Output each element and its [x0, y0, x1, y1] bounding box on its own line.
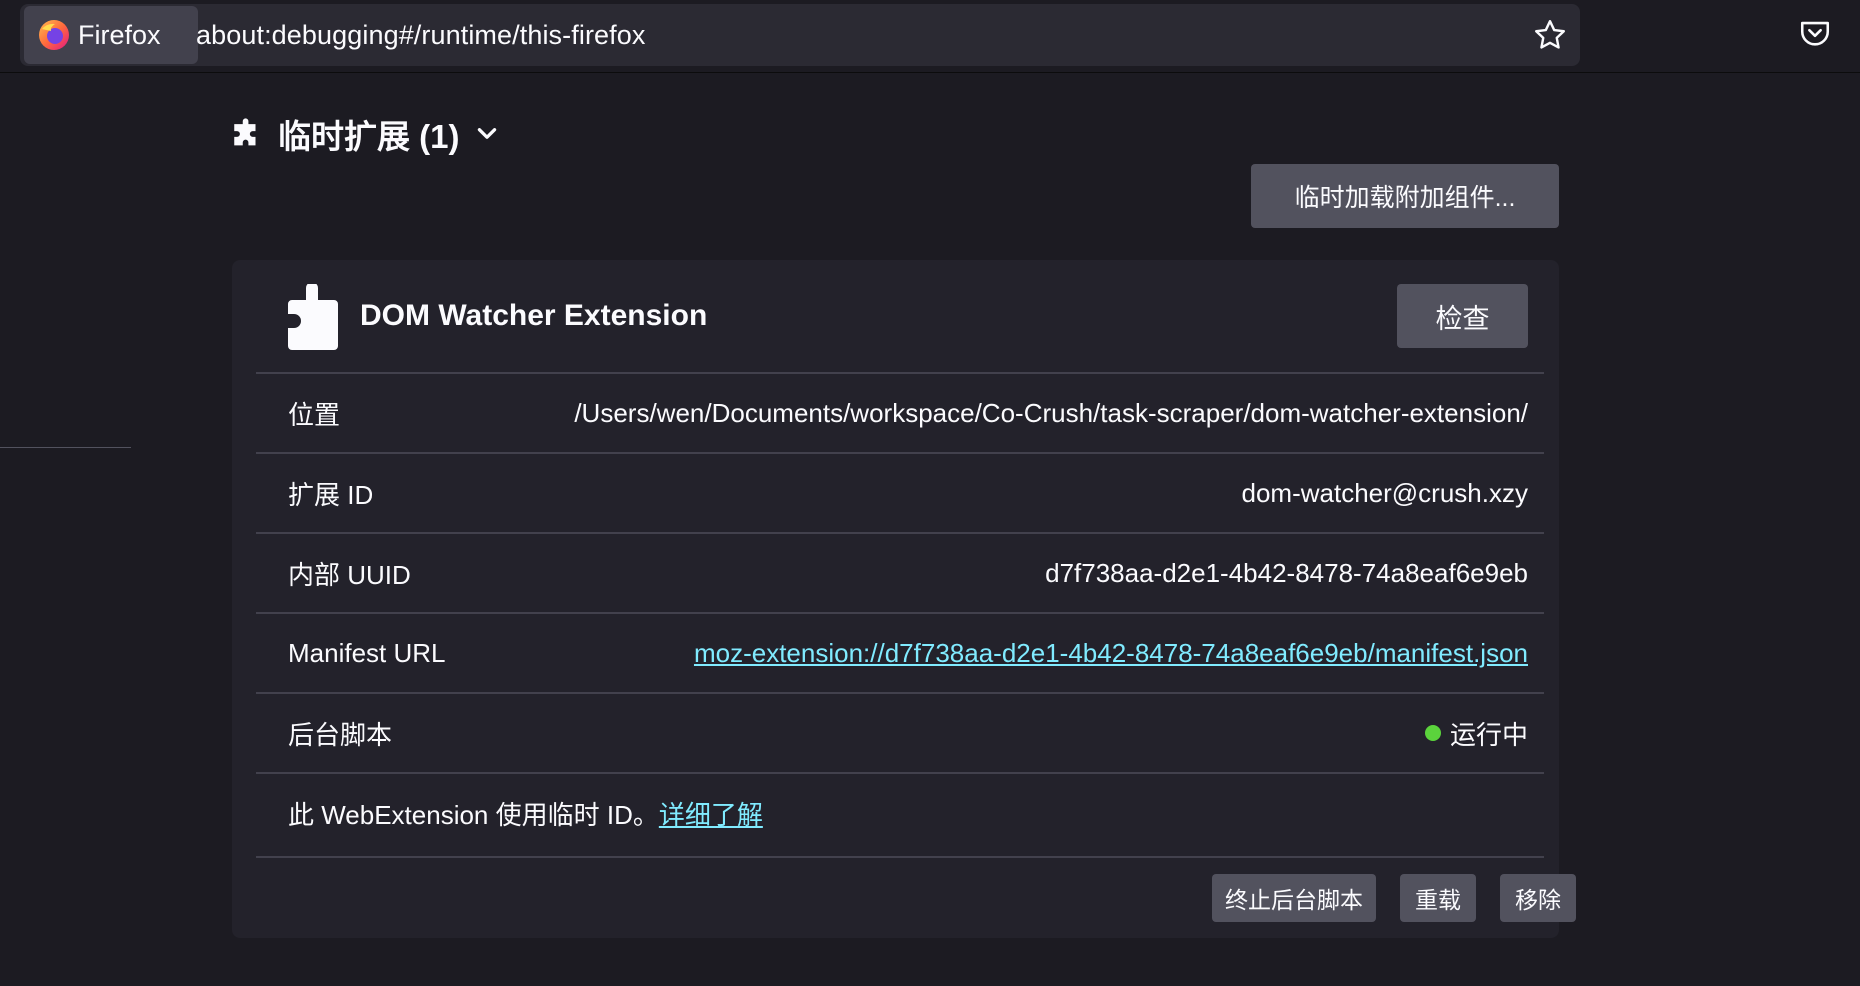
uuid-value: d7f738aa-d2e1-4b42-8478-74a8eaf6e9eb	[1045, 557, 1528, 588]
star-icon[interactable]	[1532, 17, 1568, 53]
identity-label: Firefox	[78, 19, 161, 50]
background-script-label: 后台脚本	[288, 719, 393, 750]
detail-row-uuid: 内部 UUID d7f738aa-d2e1-4b42-8478-74a8eaf6…	[256, 532, 1544, 612]
status-dot-icon	[1424, 725, 1441, 741]
note-text-wrap: 此 WebExtension 使用临时 ID。详细了解	[288, 795, 763, 832]
location-value: /Users/wen/Documents/workspace/Co-Crush/…	[574, 397, 1528, 428]
uuid-label: 内部 UUID	[288, 559, 411, 590]
sidebar-divider	[0, 447, 131, 448]
extension-details: 位置 /Users/wen/Documents/workspace/Co-Cru…	[256, 372, 1544, 852]
background-script-status: 运行中	[1424, 715, 1528, 752]
extension-name: DOM Watcher Extension	[360, 299, 708, 332]
extension-card-header: DOM Watcher Extension 检查	[232, 260, 1559, 372]
temporary-extensions-header[interactable]: 临时扩展 (1)	[230, 108, 500, 160]
extension-puzzle-icon	[288, 284, 338, 350]
chevron-down-icon[interactable]	[474, 121, 500, 147]
browser-toolbar: Firefox about:debugging#/runtime/this-fi…	[0, 0, 1860, 73]
url-text[interactable]: about:debugging#/runtime/this-firefox	[196, 4, 645, 66]
detail-row-background-script: 后台脚本 运行中	[256, 692, 1544, 772]
url-bar[interactable]: Firefox about:debugging#/runtime/this-fi…	[20, 4, 1580, 66]
firefox-logo-icon	[39, 20, 69, 50]
extension-actions: 终止后台脚本 重载 移除	[256, 856, 1576, 940]
location-label: 位置	[288, 399, 341, 430]
puzzle-icon	[234, 118, 256, 146]
terminate-background-script-button[interactable]: 终止后台脚本	[1212, 874, 1376, 922]
identity-box[interactable]: Firefox	[24, 6, 198, 64]
section-title: 临时扩展 (1)	[278, 118, 460, 155]
temporary-id-note: 此 WebExtension 使用临时 ID。详细了解	[256, 772, 1544, 852]
load-temporary-addon-button[interactable]: 临时加载附加组件...	[1251, 164, 1559, 228]
pocket-icon[interactable]	[1798, 16, 1832, 50]
extension-id-label: 扩展 ID	[288, 479, 374, 510]
status-text: 运行中	[1449, 719, 1528, 750]
remove-button[interactable]: 移除	[1500, 874, 1576, 922]
extension-id-value: dom-watcher@crush.xzy	[1241, 477, 1528, 508]
note-text: 此 WebExtension 使用临时 ID。	[288, 799, 659, 830]
detail-row-manifest: Manifest URL moz-extension://d7f738aa-d2…	[256, 612, 1544, 692]
detail-row-extension-id: 扩展 ID dom-watcher@crush.xzy	[256, 452, 1544, 532]
extension-card: DOM Watcher Extension 检查 位置 /Users/wen/D…	[232, 260, 1576, 940]
detail-row-location: 位置 /Users/wen/Documents/workspace/Co-Cru…	[256, 372, 1544, 452]
manifest-label: Manifest URL	[288, 637, 446, 668]
reload-button[interactable]: 重载	[1400, 874, 1476, 922]
inspect-button[interactable]: 检查	[1397, 284, 1528, 348]
manifest-url-link[interactable]: moz-extension://d7f738aa-d2e1-4b42-8478-…	[694, 638, 1528, 669]
learn-more-link[interactable]: 详细了解	[659, 800, 763, 830]
